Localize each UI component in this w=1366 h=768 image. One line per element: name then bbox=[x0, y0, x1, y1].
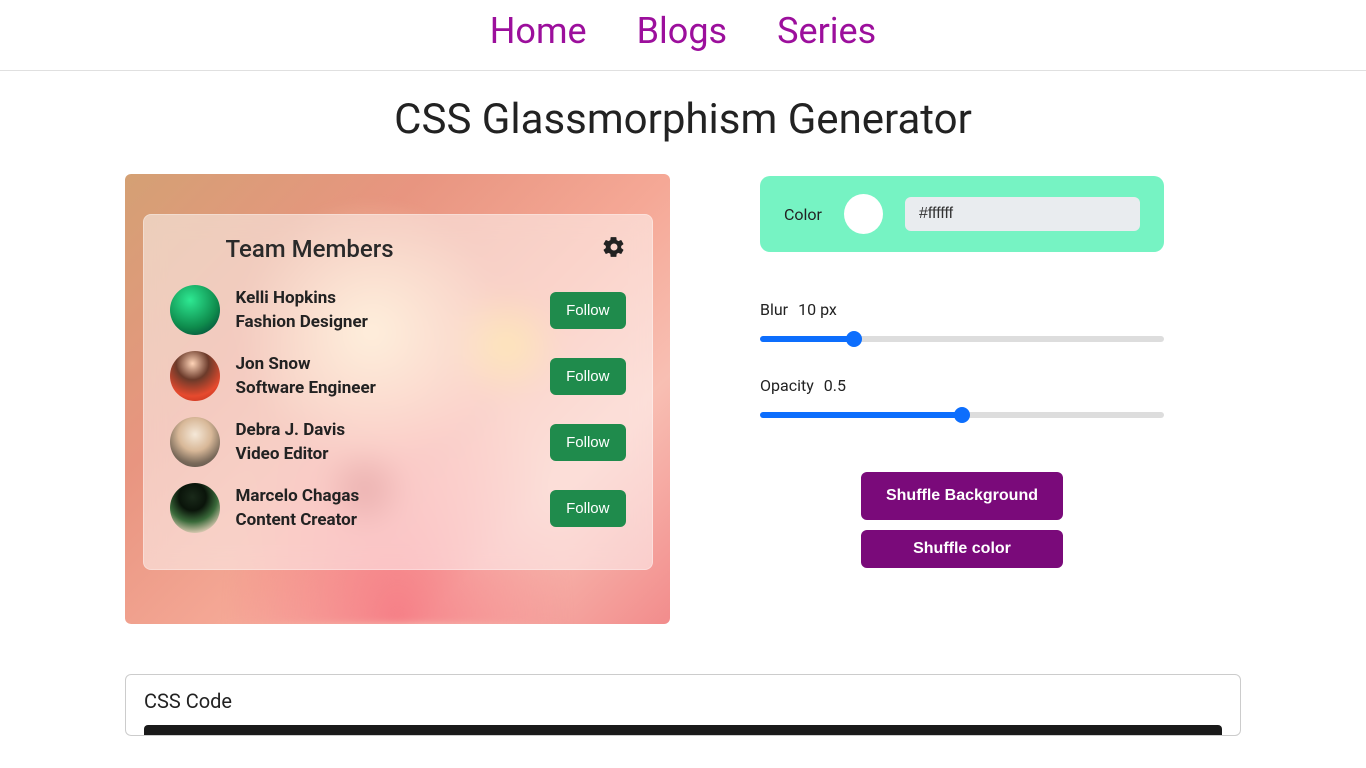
preview-panel: Team Members Kelli Hopkins Fashion Desig… bbox=[125, 174, 670, 624]
member-role: Video Editor bbox=[236, 444, 535, 464]
gear-icon[interactable] bbox=[602, 235, 626, 263]
opacity-label: Opacity bbox=[760, 376, 814, 395]
member-name: Marcelo Chagas bbox=[236, 486, 535, 506]
blur-label: Blur bbox=[760, 300, 788, 319]
opacity-value: 0.5 bbox=[824, 376, 846, 395]
top-nav: Home Blogs Series bbox=[0, 0, 1366, 71]
color-label: Color bbox=[784, 205, 822, 224]
avatar bbox=[170, 351, 220, 401]
controls-panel: Color Blur 10 px Opacity 0.5 Shuffle Bac… bbox=[760, 174, 1164, 624]
member-row: Debra J. Davis Video Editor Follow bbox=[166, 409, 630, 475]
avatar bbox=[170, 417, 220, 467]
color-input[interactable] bbox=[905, 197, 1140, 231]
follow-button[interactable]: Follow bbox=[550, 424, 625, 461]
opacity-control: Opacity 0.5 bbox=[760, 376, 1164, 422]
blur-control: Blur 10 px bbox=[760, 300, 1164, 346]
member-role: Content Creator bbox=[236, 510, 535, 530]
nav-home[interactable]: Home bbox=[490, 10, 587, 52]
avatar bbox=[170, 285, 220, 335]
member-name: Jon Snow bbox=[236, 354, 535, 374]
member-role: Software Engineer bbox=[236, 378, 535, 398]
glass-card: Team Members Kelli Hopkins Fashion Desig… bbox=[143, 214, 653, 570]
member-name: Debra J. Davis bbox=[236, 420, 535, 440]
shuffle-background-button[interactable]: Shuffle Background bbox=[861, 472, 1063, 520]
opacity-slider[interactable] bbox=[760, 412, 1164, 418]
shuffle-color-button[interactable]: Shuffle color bbox=[861, 530, 1063, 568]
blur-value: 10 px bbox=[798, 300, 837, 319]
member-row: Jon Snow Software Engineer Follow bbox=[166, 343, 630, 409]
css-code-heading: CSS Code bbox=[144, 689, 1222, 713]
member-row: Marcelo Chagas Content Creator Follow bbox=[166, 475, 630, 541]
nav-series[interactable]: Series bbox=[777, 10, 876, 52]
card-title: Team Members bbox=[226, 235, 394, 263]
css-code-block bbox=[144, 725, 1222, 735]
blur-slider[interactable] bbox=[760, 336, 1164, 342]
follow-button[interactable]: Follow bbox=[550, 358, 625, 395]
follow-button[interactable]: Follow bbox=[550, 292, 625, 329]
color-control: Color bbox=[760, 176, 1164, 252]
member-name: Kelli Hopkins bbox=[236, 288, 535, 308]
member-row: Kelli Hopkins Fashion Designer Follow bbox=[166, 277, 630, 343]
page-title: CSS Glassmorphism Generator bbox=[0, 71, 1366, 174]
follow-button[interactable]: Follow bbox=[550, 490, 625, 527]
color-swatch[interactable] bbox=[844, 194, 883, 234]
css-code-section: CSS Code bbox=[125, 674, 1241, 736]
nav-blogs[interactable]: Blogs bbox=[637, 10, 728, 52]
avatar bbox=[170, 483, 220, 533]
member-role: Fashion Designer bbox=[236, 312, 535, 332]
